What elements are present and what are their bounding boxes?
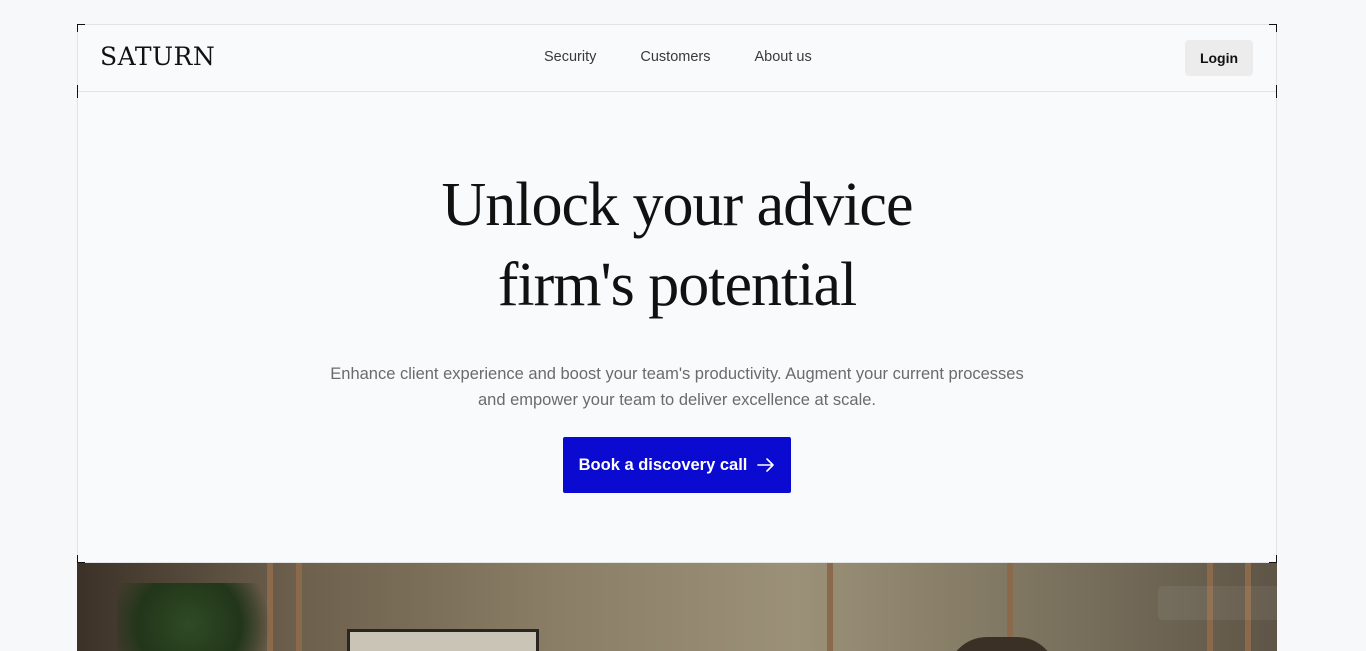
site-header: SATURN Security Customers About us Login (78, 25, 1276, 92)
main-nav: Security Customers About us (544, 49, 812, 65)
nav-item-security[interactable]: Security (544, 49, 596, 65)
cta-label: Book a discovery call (578, 455, 748, 474)
floating-widget (1158, 586, 1313, 620)
hero-frame: SATURN Security Customers About us Login… (77, 24, 1277, 563)
brand-logo[interactable]: SATURN (100, 42, 215, 71)
hero-section: Unlock your advice firm's potential Enha… (78, 165, 1276, 493)
frame-tick-right (1276, 85, 1277, 98)
arrow-right-icon (757, 458, 775, 472)
photo-shelf-post (827, 563, 833, 651)
hero-subtitle-line-1: Enhance client experience and boost your… (330, 365, 1024, 383)
frame-corner-bottom-right (1269, 555, 1277, 563)
nav-item-about-us[interactable]: About us (755, 49, 812, 65)
book-discovery-call-button[interactable]: Book a discovery call (562, 437, 792, 493)
frame-corner-bottom-left (77, 555, 85, 563)
hero-subtitle-line-2: and empower your team to deliver excelle… (477, 391, 877, 409)
hero-headline-line-1: Unlock your advice (441, 171, 914, 239)
hero-photo (77, 563, 1277, 651)
nav-item-customers[interactable]: Customers (640, 49, 710, 65)
login-button[interactable]: Login (1185, 40, 1253, 76)
photo-plant (117, 583, 297, 651)
photo-wall-frame (347, 629, 539, 651)
hero-headline: Unlock your advice firm's potential (78, 165, 1276, 325)
hero-headline-line-2: firm's potential (497, 251, 857, 319)
hero-subtitle: Enhance client experience and boost your… (78, 361, 1276, 413)
